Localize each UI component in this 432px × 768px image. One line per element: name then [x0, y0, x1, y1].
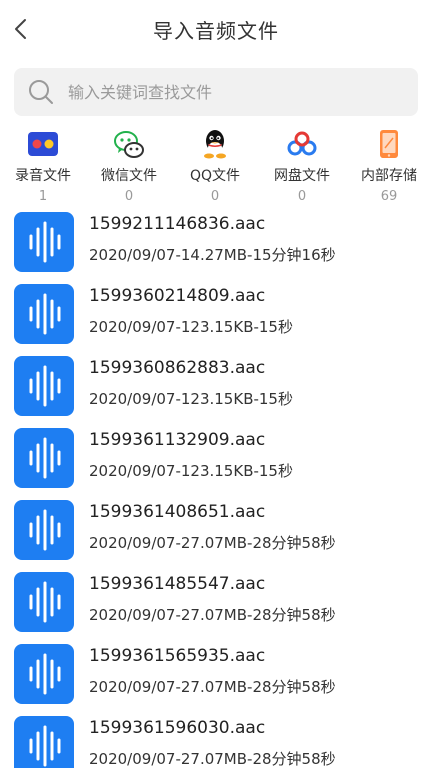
list-item[interactable]: 1599361485547.aac 2020/09/07-27.07MB-28分…: [0, 566, 432, 638]
audio-wave-icon: [14, 716, 74, 768]
header-bar: 导入音频文件: [0, 0, 432, 60]
file-meta: 2020/09/07-27.07MB-28分钟58秒: [89, 534, 336, 552]
list-item[interactable]: 1599211146836.aac 2020/09/07-14.27MB-15分…: [0, 206, 432, 278]
list-item[interactable]: 1599361132909.aac 2020/09/07-123.15KB-15…: [0, 422, 432, 494]
source-internal-storage[interactable]: 内部存储 69: [346, 124, 432, 208]
wechat-icon: [114, 131, 144, 158]
audio-wave-icon: [14, 212, 74, 272]
source-label: 录音文件: [15, 168, 71, 184]
cloud-drive-icon: [287, 131, 317, 156]
source-count: 0: [210, 189, 220, 204]
file-meta: 2020/09/07-123.15KB-15秒: [89, 390, 293, 408]
audio-wave-icon: [14, 428, 74, 488]
file-meta: 2020/09/07-123.15KB-15秒: [89, 462, 293, 480]
file-name: 1599361596030.aac: [89, 718, 266, 738]
audio-wave-icon: [14, 572, 74, 632]
audio-wave-icon: [14, 644, 74, 704]
list-item[interactable]: 1599361408651.aac 2020/09/07-27.07MB-28分…: [0, 494, 432, 566]
source-count: 69: [380, 189, 398, 204]
audio-wave-icon: [14, 284, 74, 344]
source-label: 微信文件: [101, 168, 157, 184]
source-qq[interactable]: QQ文件 0: [172, 124, 258, 208]
file-meta: 2020/09/07-27.07MB-28分钟58秒: [89, 606, 336, 624]
source-recordings[interactable]: 录音文件 1: [0, 124, 86, 208]
source-cloud-drive[interactable]: 网盘文件 0: [259, 124, 345, 208]
audio-wave-icon: [14, 356, 74, 416]
file-name: 1599360862883.aac: [89, 358, 266, 378]
source-label: QQ文件: [189, 168, 241, 184]
source-count: 0: [297, 189, 307, 204]
file-name: 1599361408651.aac: [89, 502, 266, 522]
search-icon: [28, 79, 54, 105]
file-name: 1599361565935.aac: [89, 646, 266, 666]
recorder-icon: [28, 132, 58, 156]
file-name: 1599361485547.aac: [89, 574, 266, 594]
source-label: 网盘文件: [274, 168, 330, 184]
phone-storage-icon: [380, 130, 398, 158]
file-name: 1599361132909.aac: [89, 430, 266, 450]
source-categories: 录音文件 1 微信文件 0 QQ文件 0 网盘文件 0 内部存储 69: [0, 124, 432, 208]
file-meta: 2020/09/07-27.07MB-28分钟58秒: [89, 678, 336, 696]
file-meta: 2020/09/07-27.07MB-28分钟58秒: [89, 750, 336, 768]
search-input[interactable]: [66, 81, 390, 103]
source-label: 内部存储: [361, 168, 417, 184]
qq-icon: [204, 130, 226, 159]
search-bar[interactable]: [14, 68, 418, 116]
list-item[interactable]: 1599361596030.aac 2020/09/07-27.07MB-28分…: [0, 710, 432, 768]
page-title: 导入音频文件: [153, 19, 279, 43]
source-count: 0: [124, 189, 134, 204]
list-item[interactable]: 1599361565935.aac 2020/09/07-27.07MB-28分…: [0, 638, 432, 710]
list-item[interactable]: 1599360862883.aac 2020/09/07-123.15KB-15…: [0, 350, 432, 422]
import-audio-screen: 导入音频文件 录音文件 1: [0, 0, 432, 768]
audio-file-list: 1599211146836.aac 2020/09/07-14.27MB-15分…: [0, 206, 432, 768]
list-item[interactable]: 1599360214809.aac 2020/09/07-123.15KB-15…: [0, 278, 432, 350]
source-wechat[interactable]: 微信文件 0: [86, 124, 172, 208]
source-count: 1: [38, 189, 48, 204]
file-meta: 2020/09/07-14.27MB-15分钟16秒: [89, 246, 336, 264]
file-meta: 2020/09/07-123.15KB-15秒: [89, 318, 293, 336]
file-name: 1599360214809.aac: [89, 286, 266, 306]
audio-wave-icon: [14, 500, 74, 560]
file-name: 1599211146836.aac: [89, 214, 266, 234]
